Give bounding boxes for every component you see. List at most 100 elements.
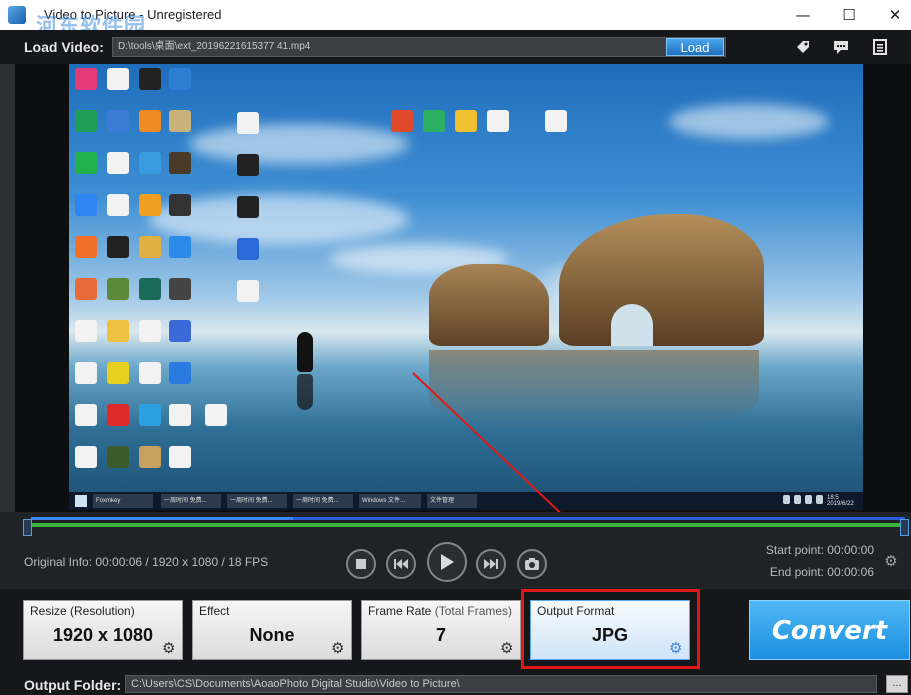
system-tray: 18:5 2019/6/22 bbox=[759, 495, 855, 507]
video-preview: Foxmkey 一周时间 免费... 一周时间 免费... 一周时间 免费...… bbox=[15, 64, 911, 512]
camera-icon bbox=[525, 558, 539, 570]
convert-button[interactable]: Convert bbox=[749, 600, 910, 660]
load-toolbar: Load Video: D:\tools\桌面\ext_201962216153… bbox=[0, 30, 911, 64]
desktop-icon bbox=[75, 446, 97, 468]
desktop-icon bbox=[139, 194, 161, 216]
desktop-icon bbox=[107, 236, 129, 258]
next-button[interactable] bbox=[476, 549, 506, 579]
desktop-icon bbox=[75, 320, 97, 342]
desktop-icon bbox=[107, 446, 129, 468]
stop-button[interactable] bbox=[346, 549, 376, 579]
effect-card[interactable]: Effect None ⚙ bbox=[192, 600, 352, 660]
selection-range[interactable] bbox=[31, 523, 905, 527]
desktop-icon bbox=[169, 362, 191, 384]
desktop-icon bbox=[237, 154, 259, 176]
desktop-icon bbox=[169, 110, 191, 132]
desktop-icon bbox=[545, 110, 567, 132]
highlight-box bbox=[521, 589, 700, 669]
start-handle[interactable] bbox=[23, 519, 32, 536]
desktop-icon bbox=[139, 152, 161, 174]
runner-silhouette bbox=[297, 332, 313, 372]
desktop-icon bbox=[169, 278, 191, 300]
tray-clock: 18:5 2019/6/22 bbox=[827, 495, 854, 507]
timeline[interactable] bbox=[0, 512, 911, 542]
browse-button[interactable]: ... bbox=[886, 675, 908, 693]
framerate-card[interactable]: Frame Rate (Total Frames) 7 ⚙ bbox=[361, 600, 521, 660]
left-edge bbox=[0, 64, 15, 584]
resize-value: 1920 x 1080 bbox=[52, 625, 154, 645]
desktop-icon bbox=[169, 404, 191, 426]
trim-settings-gear-icon[interactable]: ⚙ bbox=[883, 553, 899, 569]
end-point: End point: 00:00:06 bbox=[769, 565, 874, 579]
resize-card[interactable]: Resize (Resolution) 1920 x 1080 ⚙ bbox=[23, 600, 183, 660]
taskbar-item: 文件管理 bbox=[427, 494, 477, 508]
rock-formation-small bbox=[429, 264, 549, 346]
desktop-icon bbox=[107, 404, 129, 426]
previous-button[interactable] bbox=[386, 549, 416, 579]
taskbar-item: 一周时间 免费... bbox=[161, 494, 221, 508]
snapshot-button[interactable] bbox=[517, 549, 547, 579]
app-window: Video to Picture - Unregistered 河东软件园 — … bbox=[0, 0, 911, 695]
list-icon[interactable] bbox=[872, 39, 888, 55]
desktop-icon bbox=[237, 238, 259, 260]
desktop-icon bbox=[107, 68, 129, 90]
desktop-icon bbox=[205, 404, 227, 426]
tag-icon[interactable] bbox=[795, 39, 811, 55]
original-info: Original Info: 00:00:06 / 1920 x 1080 / … bbox=[24, 555, 269, 569]
desktop-icon bbox=[169, 194, 191, 216]
desktop-icon bbox=[139, 362, 161, 384]
desktop-icon bbox=[423, 110, 445, 132]
end-handle[interactable] bbox=[900, 519, 909, 536]
rock-formation-arch bbox=[559, 214, 764, 346]
play-button[interactable] bbox=[427, 542, 467, 582]
framerate-value: 7 bbox=[435, 625, 446, 645]
video-frame: Foxmkey 一周时间 免费... 一周时间 免费... 一周时间 免费...… bbox=[69, 64, 863, 510]
rock-reflection bbox=[429, 350, 759, 430]
desktop-icon bbox=[139, 446, 161, 468]
effect-title: Effect bbox=[199, 604, 230, 618]
resize-gear-icon[interactable]: ⚙ bbox=[162, 640, 178, 656]
preview-taskbar: Foxmkey 一周时间 免费... 一周时间 免费... 一周时间 免费...… bbox=[69, 492, 863, 510]
title-bar: Video to Picture - Unregistered 河东软件园 — … bbox=[0, 0, 911, 38]
playback-controls: Original Info: 00:00:06 / 1920 x 1080 / … bbox=[0, 542, 911, 589]
taskbar-item: Foxmkey bbox=[93, 494, 153, 508]
close-button[interactable]: ✕ bbox=[872, 0, 911, 30]
effect-gear-icon[interactable]: ⚙ bbox=[331, 640, 347, 656]
desktop-icon bbox=[75, 68, 97, 90]
desktop-icon bbox=[169, 236, 191, 258]
framerate-subtitle: (Total Frames) bbox=[431, 604, 513, 618]
output-folder-path[interactable]: C:\Users\CS\Documents\AoaoPhoto Digital … bbox=[125, 675, 877, 693]
video-path-field[interactable]: D:\tools\桌面\ext_20196221615377 41.mp4 bbox=[112, 37, 726, 57]
skip-forward-icon bbox=[484, 559, 498, 569]
desktop-icon bbox=[75, 404, 97, 426]
desktop-icon bbox=[139, 404, 161, 426]
desktop-icon bbox=[75, 236, 97, 258]
output-folder-label: Output Folder: bbox=[24, 677, 122, 693]
desktop-icon bbox=[75, 362, 97, 384]
play-icon bbox=[441, 554, 454, 570]
load-button[interactable]: Load bbox=[666, 38, 724, 56]
framerate-gear-icon[interactable]: ⚙ bbox=[500, 640, 516, 656]
desktop-icon bbox=[237, 196, 259, 218]
skip-back-icon bbox=[394, 559, 408, 569]
chat-icon[interactable] bbox=[833, 39, 849, 55]
taskbar-item: Windows 文件... bbox=[359, 494, 421, 508]
desktop-icon bbox=[237, 112, 259, 134]
maximize-button[interactable]: ☐ bbox=[826, 0, 872, 30]
runner-reflection bbox=[297, 374, 313, 410]
taskbar-item: 一周时间 免费... bbox=[293, 494, 353, 508]
desktop-icon bbox=[169, 320, 191, 342]
desktop-icon bbox=[107, 362, 129, 384]
desktop-icon bbox=[169, 68, 191, 90]
desktop-icon bbox=[75, 152, 97, 174]
minimize-button[interactable]: — bbox=[780, 0, 826, 30]
desktop-icon bbox=[75, 194, 97, 216]
timeline-progress bbox=[31, 517, 294, 520]
desktop-icon bbox=[139, 68, 161, 90]
framerate-title: Frame Rate (Total Frames) bbox=[368, 604, 513, 618]
desktop-icon bbox=[139, 110, 161, 132]
desktop-icon bbox=[139, 320, 161, 342]
effect-value: None bbox=[249, 625, 295, 645]
resize-title: Resize (Resolution) bbox=[30, 604, 135, 618]
desktop-icon bbox=[169, 446, 191, 468]
